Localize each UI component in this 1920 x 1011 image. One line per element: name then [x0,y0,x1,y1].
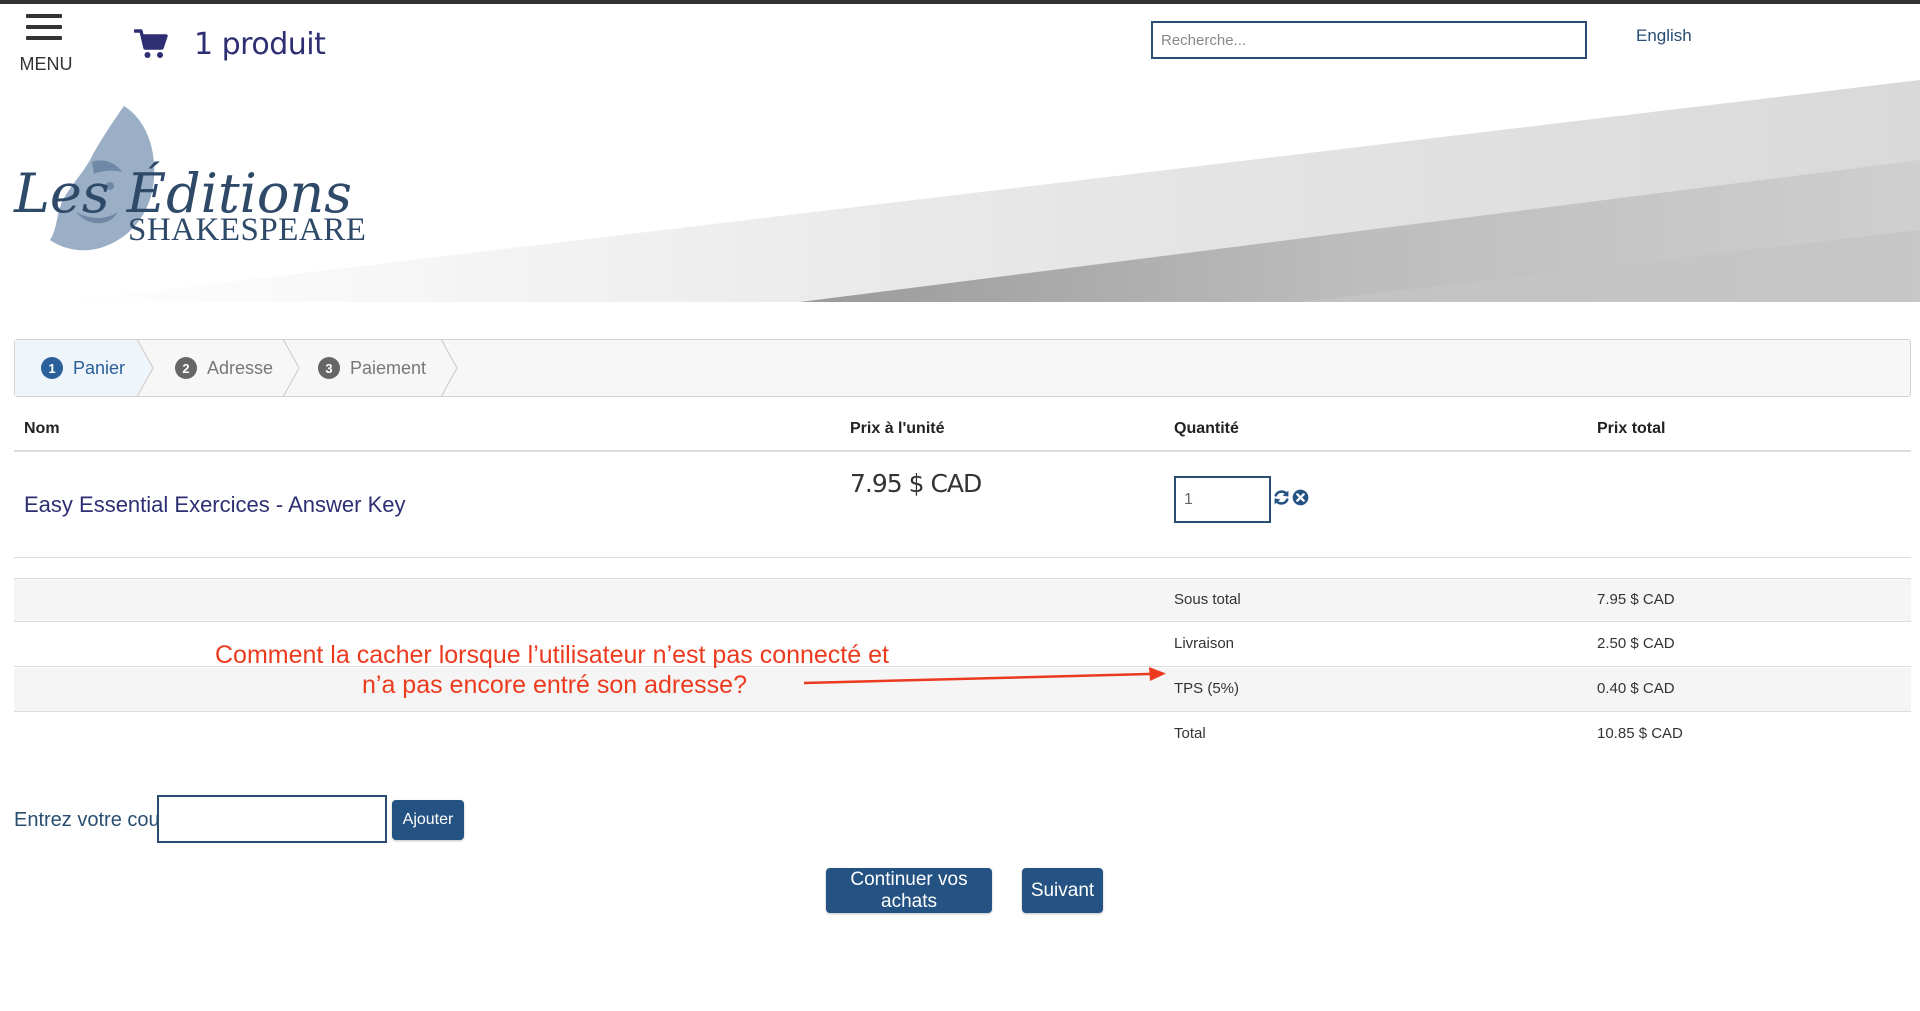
summary-label: Livraison [1174,635,1235,652]
step-number: 1 [41,357,63,379]
annotation-line-1: Comment la cacher lorsque l’utilisateur … [215,641,889,669]
summary-row-total: Total 10.85 $ CAD [14,713,1911,757]
summary-value: 7.95 $ CAD [1597,591,1675,608]
annotation-line-2: n’a pas encore entré son adresse? [362,671,747,699]
step-separator [283,339,300,397]
step-cart[interactable]: 1 Panier [15,340,138,396]
top-border [0,0,1920,4]
summary-row-subtotal: Sous total 7.95 $ CAD [14,578,1911,622]
header-total-price: Prix total [1597,420,1666,437]
step-payment[interactable]: 3 Paiement [318,340,448,396]
summary-label: Total [1174,725,1206,742]
step-separator [441,339,458,397]
add-coupon-button[interactable]: Ajouter [392,800,464,840]
cart-icon [134,29,168,58]
next-button[interactable]: Suivant [1022,868,1103,913]
header-quantity: Quantité [1174,420,1239,437]
step-label: Adresse [207,357,274,378]
summary-value: 2.50 $ CAD [1597,635,1675,652]
remove-icon[interactable] [1292,489,1309,506]
table-divider [14,450,1911,452]
header-unit-price: Prix à l'unité [850,420,945,437]
unit-price: 7.95 $ CAD [850,469,982,498]
summary-label: TPS (5%) [1174,680,1240,697]
table-divider [14,557,1911,558]
quantity-input[interactable] [1174,476,1271,523]
cart-summary[interactable]: 1 produit [134,24,326,64]
summary-value: 10.85 $ CAD [1597,725,1683,742]
step-label: Panier [73,357,126,378]
product-link[interactable]: Easy Essential Exercices - Answer Key [24,492,405,518]
site-logo[interactable]: Les Éditions SHAKESPEARE [6,100,366,272]
step-label: Paiement [350,357,427,378]
step-number: 2 [175,357,197,379]
logo-brand: SHAKESPEARE [128,212,366,248]
continue-shopping-button[interactable]: Continuer vos achats [826,868,992,913]
header-name: Nom [24,420,60,437]
step-address[interactable]: 2 Adresse [175,340,295,396]
menu-button[interactable]: MENU [18,12,74,76]
summary-label: Sous total [1174,591,1241,608]
checkout-stepper: 1 Panier 2 Adresse 3 Paiement [14,339,1911,397]
refresh-icon[interactable] [1273,489,1290,506]
summary-value: 0.40 $ CAD [1597,680,1675,697]
cart-count: 1 produit [194,26,326,62]
annotation-arrow [803,667,1166,685]
language-link[interactable]: English [1636,26,1692,46]
step-separator [137,339,154,397]
search-input[interactable] [1151,21,1587,59]
menu-label: MENU [19,54,73,74]
coupon-input[interactable] [157,795,387,843]
hamburger-icon [26,14,62,40]
step-number: 3 [318,357,340,379]
